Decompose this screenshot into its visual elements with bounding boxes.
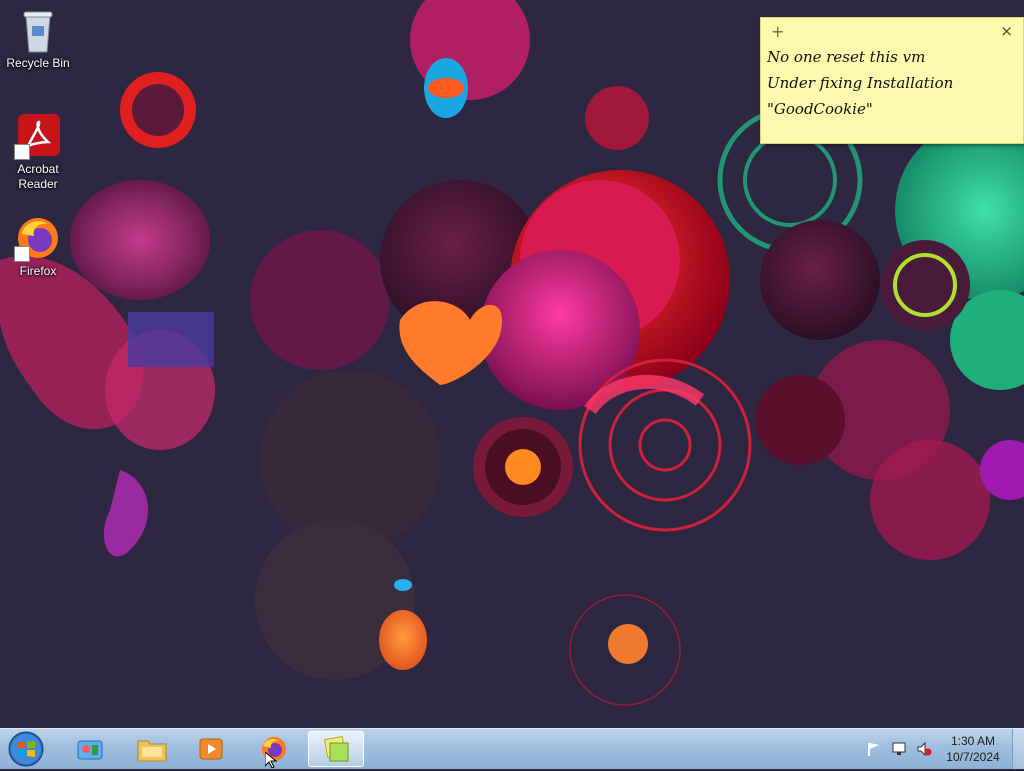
sticky-note[interactable]: + × No one reset this vm Under fixing In…	[760, 17, 1024, 144]
desktop-icon-label: Acrobat Reader	[6, 162, 70, 192]
sticky-note-titlebar[interactable]: + ×	[761, 18, 1023, 44]
taskbar: 1:30 AM 10/7/2024	[0, 728, 1024, 769]
sticky-note-line: "GoodCookie"	[767, 100, 873, 118]
desktop-icon-label: Firefox	[19, 264, 57, 278]
taskbar-sticky-notes-button[interactable]	[308, 731, 364, 767]
volume-muted-icon[interactable]	[916, 741, 932, 757]
firefox-icon	[14, 214, 62, 262]
sticky-note-line: Under fixing Installation	[767, 74, 954, 92]
desktop-icon-label: Recycle Bin	[6, 56, 70, 70]
control-panel-icon	[77, 740, 103, 760]
start-button[interactable]	[4, 731, 48, 767]
mouse-cursor-icon	[265, 752, 277, 768]
show-desktop-button[interactable]	[1012, 729, 1024, 769]
file-explorer-icon	[137, 740, 167, 762]
desktop-icon-firefox[interactable]: Firefox	[6, 214, 70, 279]
taskbar-control-panel-button[interactable]	[62, 731, 118, 767]
system-clock[interactable]: 1:30 AM 10/7/2024	[936, 733, 1010, 765]
add-note-button[interactable]: +	[771, 22, 784, 41]
clock-time: 1:30 AM	[950, 734, 996, 748]
desktop-icon-acrobat-reader[interactable]: Acrobat Reader	[6, 112, 70, 192]
recycle-bin-icon	[14, 6, 62, 54]
sticky-note-body[interactable]: No one reset this vm Under fixing Instal…	[761, 44, 1023, 122]
clock-date: 10/7/2024	[946, 750, 1000, 764]
action-center-flag-icon[interactable]	[866, 741, 882, 757]
windows-start-orb-icon	[8, 731, 44, 767]
shortcut-arrow-icon	[14, 144, 30, 160]
desktop[interactable]: Recycle Bin Acrobat Reader Firefox + × N…	[0, 0, 1024, 728]
network-icon[interactable]	[891, 741, 907, 757]
sticky-notes-icon	[323, 735, 349, 762]
sticky-note-line: No one reset this vm	[767, 48, 926, 66]
label-line: Acrobat	[17, 162, 59, 176]
taskbar-file-explorer-button[interactable]	[124, 731, 180, 767]
close-note-button[interactable]: ×	[1000, 22, 1013, 40]
taskbar-media-player-button[interactable]	[184, 731, 240, 767]
desktop-icon-recycle-bin[interactable]: Recycle Bin	[6, 6, 70, 71]
acrobat-reader-icon	[14, 112, 62, 160]
shortcut-arrow-icon	[14, 246, 30, 262]
label-line: Reader	[18, 177, 58, 191]
media-player-icon	[199, 738, 223, 760]
